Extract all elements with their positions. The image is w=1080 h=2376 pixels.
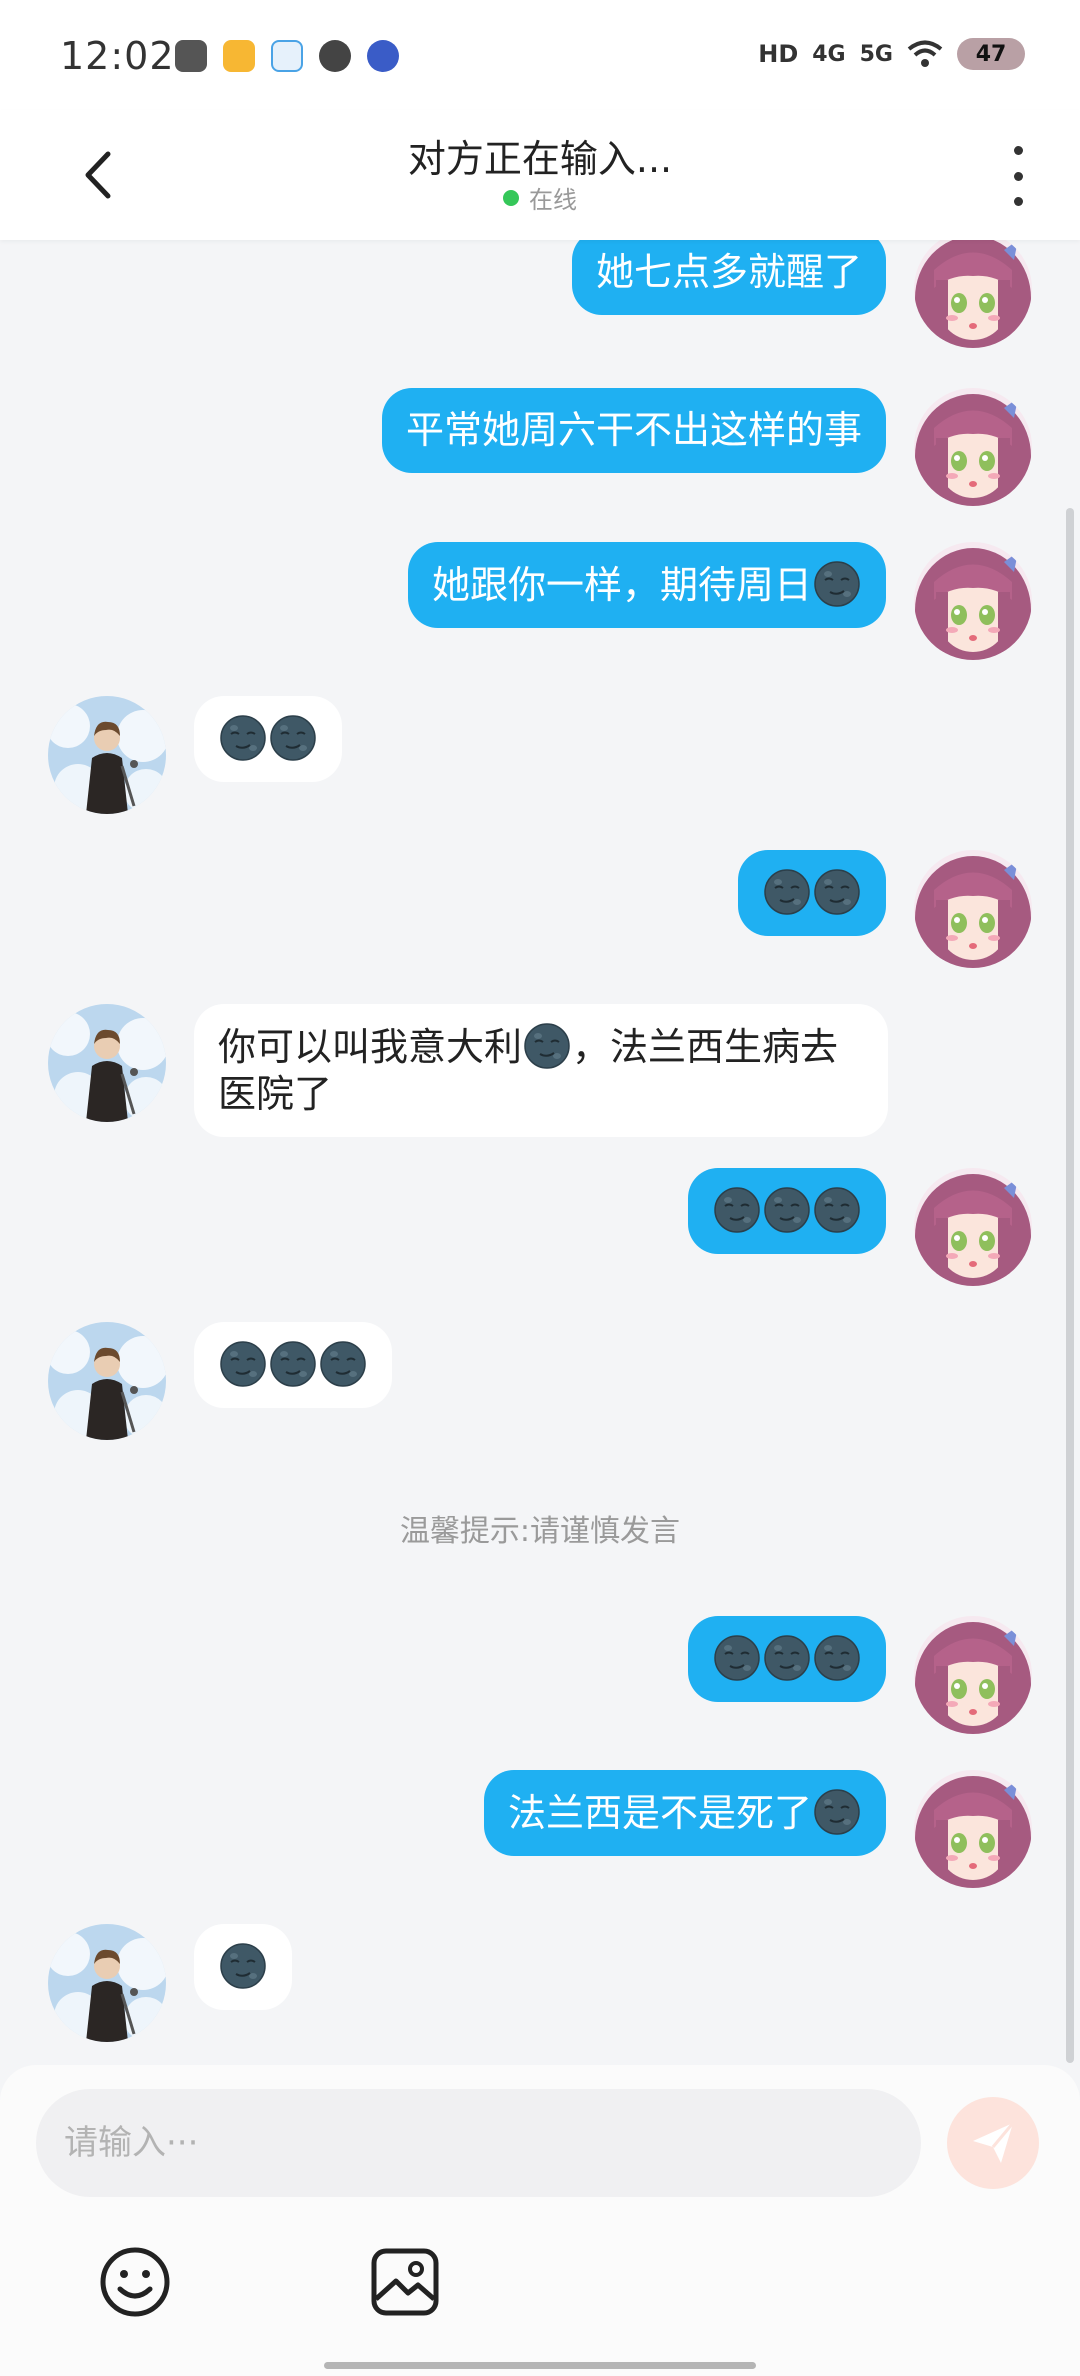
signal-4g-icon: 4G <box>812 41 846 67</box>
status-time: 12:02 <box>60 34 175 78</box>
moon-emoji-icon <box>524 1023 570 1069</box>
moon-emoji-icon <box>764 1187 810 1233</box>
send-icon <box>973 2122 1015 2163</box>
status-bar: 12:02 HD 4G 5G 47 <box>0 0 1080 110</box>
message-bubble[interactable]: 她跟你一样，期待周日 <box>407 542 886 628</box>
contact-avatar[interactable] <box>48 1924 166 2042</box>
message-bubble[interactable] <box>688 1168 886 1254</box>
message-text: 法兰西是不是死了 <box>507 1791 812 1835</box>
wifi-icon <box>907 40 943 67</box>
message-text: 她跟你一样，期待周日 <box>431 563 812 607</box>
moon-emoji-icon <box>714 1187 760 1233</box>
message-bubble[interactable] <box>194 1924 292 2010</box>
message-bubble[interactable] <box>738 850 886 936</box>
moon-emoji-icon <box>814 869 860 915</box>
emoji-button[interactable] <box>98 2245 172 2319</box>
my-avatar[interactable] <box>914 240 1032 348</box>
message-text: 平常她周六干不出这样的事 <box>405 408 862 452</box>
my-avatar[interactable] <box>914 1770 1032 1888</box>
message-bubble[interactable] <box>688 1616 886 1702</box>
contact-avatar[interactable] <box>48 696 166 814</box>
chat-header: 对方正在输入... 在线 <box>0 110 1080 240</box>
contact-avatar[interactable] <box>48 1004 166 1122</box>
image-icon <box>371 2248 439 2316</box>
message-text: 你可以叫我意大利 <box>218 1025 523 1069</box>
home-indicator[interactable] <box>324 2362 756 2369</box>
weibo-icon <box>223 40 255 72</box>
chat-title: 对方正在输入... <box>407 137 673 181</box>
message-bubble[interactable]: 平常她周六干不出这样的事 <box>381 388 886 473</box>
moon-emoji-icon <box>220 1341 266 1387</box>
message-bubble[interactable] <box>194 1322 392 1408</box>
moon-emoji-icon <box>714 1635 760 1681</box>
scrollbar[interactable] <box>1066 508 1074 2063</box>
my-avatar[interactable] <box>914 388 1032 506</box>
image-button[interactable] <box>368 2245 442 2319</box>
more-vertical-icon-dot <box>1013 171 1023 181</box>
moon-emoji-icon <box>764 869 810 915</box>
moon-emoji-icon <box>220 715 266 761</box>
moon-emoji-icon <box>764 1635 810 1681</box>
composer <box>0 2065 1080 2376</box>
my-avatar[interactable] <box>914 542 1032 660</box>
my-avatar[interactable] <box>914 1616 1032 1734</box>
online-dot <box>503 189 519 206</box>
message-bubble[interactable]: 法兰西是不是死了 <box>483 1770 886 1856</box>
contact-avatar[interactable] <box>48 1322 166 1440</box>
battery-indicator: 47 <box>957 38 1025 70</box>
app-badge-icon <box>367 40 399 72</box>
app-notification-icon <box>175 40 207 72</box>
moon-emoji-icon <box>814 1789 860 1835</box>
moon-emoji-icon <box>220 1943 266 1989</box>
signal-5g-icon: 5G <box>859 41 893 67</box>
smiley-icon <box>100 2247 170 2317</box>
online-status: 在线 <box>0 180 1080 215</box>
speedometer-icon <box>319 40 351 72</box>
more-vertical-icon-dot <box>1013 197 1023 206</box>
message-input[interactable] <box>36 2089 921 2197</box>
moon-emoji-icon <box>814 1187 860 1233</box>
status-indicators: HD 4G 5G 47 <box>758 38 1025 70</box>
my-avatar[interactable] <box>914 850 1032 968</box>
moon-emoji-icon <box>270 715 316 761</box>
more-button[interactable] <box>998 146 1038 206</box>
system-notice: 温馨提示:请谨慎发言 <box>399 1514 681 1549</box>
message-bubble[interactable]: 你可以叫我意大利 ，法兰西生病去医院了 <box>194 1004 888 1137</box>
send-button[interactable] <box>947 2097 1039 2189</box>
moon-emoji-icon <box>814 561 860 607</box>
moon-emoji-icon <box>320 1341 366 1387</box>
moon-emoji-icon <box>814 1635 860 1681</box>
cloud-app-icon <box>271 40 303 72</box>
moon-emoji-icon <box>270 1341 316 1387</box>
more-vertical-icon-dot <box>1013 146 1023 155</box>
hd-icon: HD <box>758 40 799 68</box>
message-text: 她七点多就醒了 <box>595 250 862 294</box>
my-avatar[interactable] <box>914 1168 1032 1286</box>
notification-icons <box>175 40 399 72</box>
message-list[interactable]: 她七点多就醒了 平常她周六干不出这样的事 她跟你一样，期待周日 你可以叫我意大利… <box>0 240 1080 2065</box>
online-status-label: 在线 <box>529 186 577 214</box>
message-bubble[interactable]: 她七点多就醒了 <box>571 240 886 315</box>
message-bubble[interactable] <box>194 696 342 782</box>
